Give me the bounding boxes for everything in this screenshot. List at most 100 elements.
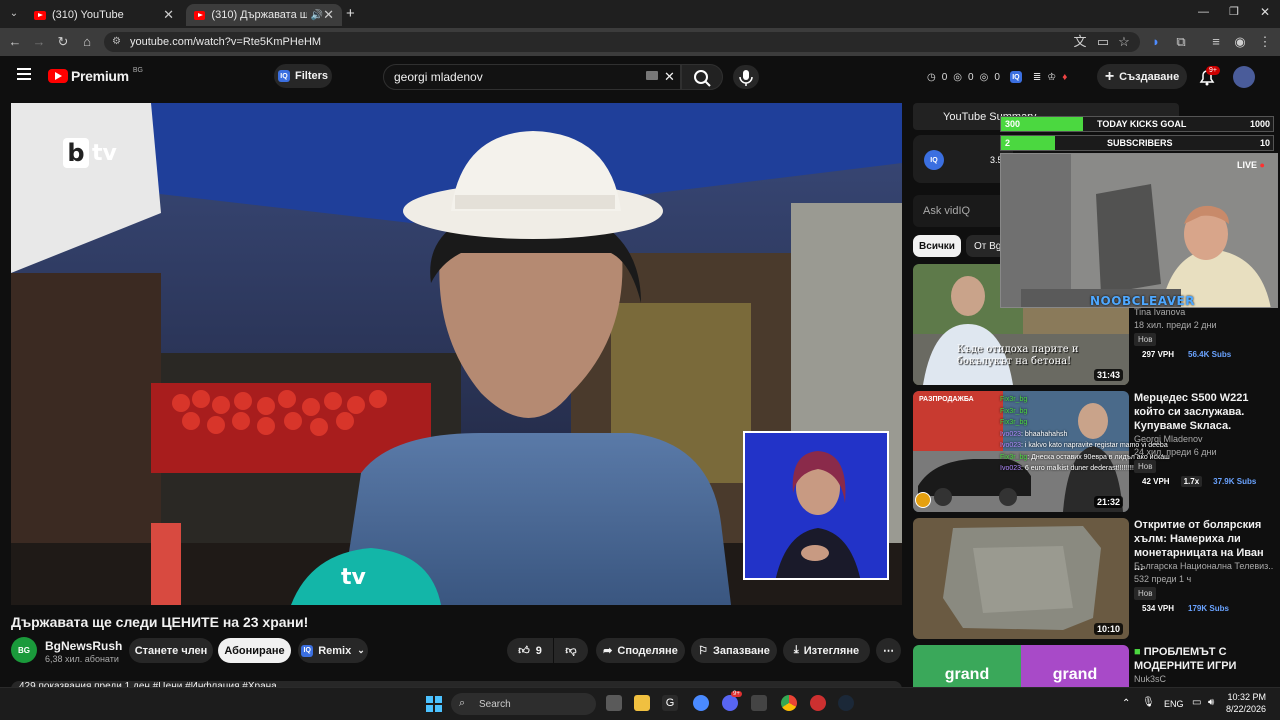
taskbar-clock[interactable]: 10:32 PM 8/22/2026 [1226,691,1266,715]
forward-icon[interactable]: → [31,34,47,50]
restore-icon[interactable]: ❐ [1229,5,1239,18]
more-actions-button[interactable]: ⋯ [876,638,901,663]
voice-search-button[interactable] [733,65,759,89]
app-circle-icon[interactable] [693,695,709,711]
close-tab-icon[interactable]: ✕ [323,7,334,23]
home-icon[interactable]: ⌂ [79,34,95,50]
channel-name[interactable]: BgNewsRush [45,639,122,653]
discord-icon[interactable] [722,695,738,711]
site-info-icon[interactable]: ⚙ [112,36,121,47]
rec-channel[interactable]: Българска Национална Телевиз... [1134,561,1274,571]
rec-meta: 24 хил. преди 6 дни [1134,447,1217,457]
tab-title: (310) Държавата ще следи [211,9,307,21]
extension-icon[interactable]: ◗ [1148,34,1164,50]
browser-menu-icon[interactable]: ⋮ [1257,34,1273,50]
cast-icon[interactable]: ▭ [1095,34,1111,50]
chat-user: Fix3r_bg [1000,407,1028,415]
app-g-icon[interactable]: G [662,695,678,711]
alert-icon[interactable]: ♦ [1062,72,1067,83]
hamburger-menu-icon[interactable] [17,68,31,80]
eye-icon: ◎ [953,71,963,83]
steam-icon[interactable] [838,695,854,711]
minimize-icon[interactable]: — [1198,6,1209,18]
rec-thumbnail-image [913,518,1129,639]
profile-icon[interactable]: ◉ [1232,34,1248,50]
tray-chevron-icon[interactable]: ⌃ [1122,698,1130,709]
reading-list-icon[interactable]: ≡ [1208,34,1224,50]
chat-text: 6 euro malkist duner dederast!!!!!!!!!!! [1024,465,1139,472]
user-avatar[interactable] [1233,66,1255,88]
task-view-icon[interactable] [606,695,622,711]
vidiq-badge-icon[interactable]: IQ [924,150,944,170]
video-duration: 31:43 [1093,369,1123,381]
app-red-icon[interactable] [810,695,826,711]
ask-vidiq-input[interactable]: Ask vidIQ [913,195,1013,227]
close-tab-icon[interactable]: ✕ [163,7,174,23]
extension-stats[interactable]: ◷ 0 ◎ 0 ◎ 0 IQ ≣ ♔ ♦ [927,66,1087,88]
language-indicator[interactable]: ENG [1164,699,1184,709]
filters-label: Filters [294,70,328,82]
streamer-name: NOOBCLEAVER [1090,294,1195,308]
subscribe-button[interactable]: Абониране [218,638,291,663]
vidiq-icon[interactable]: IQ [1009,71,1022,83]
rec-channel[interactable]: Tina Ivanova [1134,307,1185,317]
search-input[interactable]: georgi mladenov ✕ [383,64,681,90]
clock-time: 10:32 PM [1227,692,1267,702]
save-button[interactable]: ⚐ Запазване [691,638,777,663]
rec-thumbnail[interactable]: grand grand [913,645,1129,687]
rec-title[interactable]: ■ ПРОБЛЕМЪТ С МОДЕРНИТЕ ИГРИ [1134,645,1274,673]
windows-start-icon[interactable] [426,696,442,712]
tray-mic-icon[interactable]: 🎙︎ [1142,697,1155,708]
volume-icon[interactable]: 🔊︎ [1208,697,1214,708]
rec-thumbnail[interactable]: 10:10 [913,518,1129,639]
chat-user: Fix3r_bg [1000,396,1028,403]
address-bar[interactable]: ⚙ youtube.com/watch?v=Rte5KmPHeHM [104,32,1140,52]
download-button[interactable]: ⤓ Изтегляне [783,638,870,663]
create-label: Създаване [1119,70,1180,83]
youtube-premium-logo[interactable]: Premium BG [48,67,143,84]
keyboard-icon[interactable] [646,71,658,80]
search-button[interactable] [681,64,723,90]
close-window-icon[interactable]: ✕ [1260,5,1270,19]
extensions-puzzle-icon[interactable]: ⧉ [1173,34,1189,50]
search-value: georgi mladenov [394,70,483,84]
channel-avatar[interactable]: BG [11,637,37,663]
stat-value: 0 [941,71,948,83]
green-square-icon: ■ [1134,646,1141,658]
rec-channel[interactable]: Nuk3sC [1134,674,1166,684]
goal-label: TODAY KICKS GOAL [1097,119,1187,129]
calculator-icon[interactable] [751,695,767,711]
bookmark-star-icon[interactable]: ☆ [1116,34,1132,50]
taskbar-search[interactable]: ⌕ Search [451,693,596,715]
like-button[interactable]: 👍︎ 9 [507,638,553,663]
video-player[interactable]: b tv tv [11,103,902,605]
live-label: LIVE [1237,160,1258,170]
trophy-icon[interactable]: ♔ [1047,72,1056,83]
remix-button[interactable]: IQ Remix ⌄ [298,638,368,663]
rec-channel[interactable]: Georgi Mladenov [1134,434,1203,444]
bookmark-icon: ⚐ [698,645,708,657]
file-explorer-icon[interactable] [634,695,650,711]
tab-current-video[interactable]: (310) Държавата ще следи 🔊 ✕ [186,4,342,26]
share-button[interactable]: ➦ Споделяне [596,638,685,663]
chip-all[interactable]: Всички [913,235,961,257]
subs-value: 179K Subs [1188,604,1229,613]
back-icon[interactable]: ← [7,34,23,50]
speaker-icon[interactable]: 🔊 [311,10,323,21]
clear-search-icon[interactable]: ✕ [664,69,675,85]
tab-search-chevron-icon[interactable]: ⌄ [6,6,22,22]
list-icon[interactable]: ≣ [1033,72,1041,83]
chrome-icon[interactable] [781,695,797,711]
filters-button[interactable]: IQ Filters [274,64,332,88]
join-button[interactable]: Станете член [129,638,213,663]
network-icon[interactable]: ▭ [1192,697,1201,708]
tab-youtube-home[interactable]: (310) YouTube ✕ [26,4,182,26]
create-button[interactable]: + Създаване [1097,64,1187,89]
rec-stats: 297 VPH 56.4K Subs [1139,349,1234,360]
translate-icon[interactable]: 文 [1072,34,1088,50]
reload-icon[interactable]: ↻ [55,34,71,50]
dislike-button[interactable]: 👎︎ [554,638,588,663]
new-tab-button[interactable]: + [346,5,355,22]
rec-title[interactable]: Мерцедес S500 W221 който си заслужава. К… [1134,391,1274,433]
tab-title: (310) YouTube [52,9,124,21]
